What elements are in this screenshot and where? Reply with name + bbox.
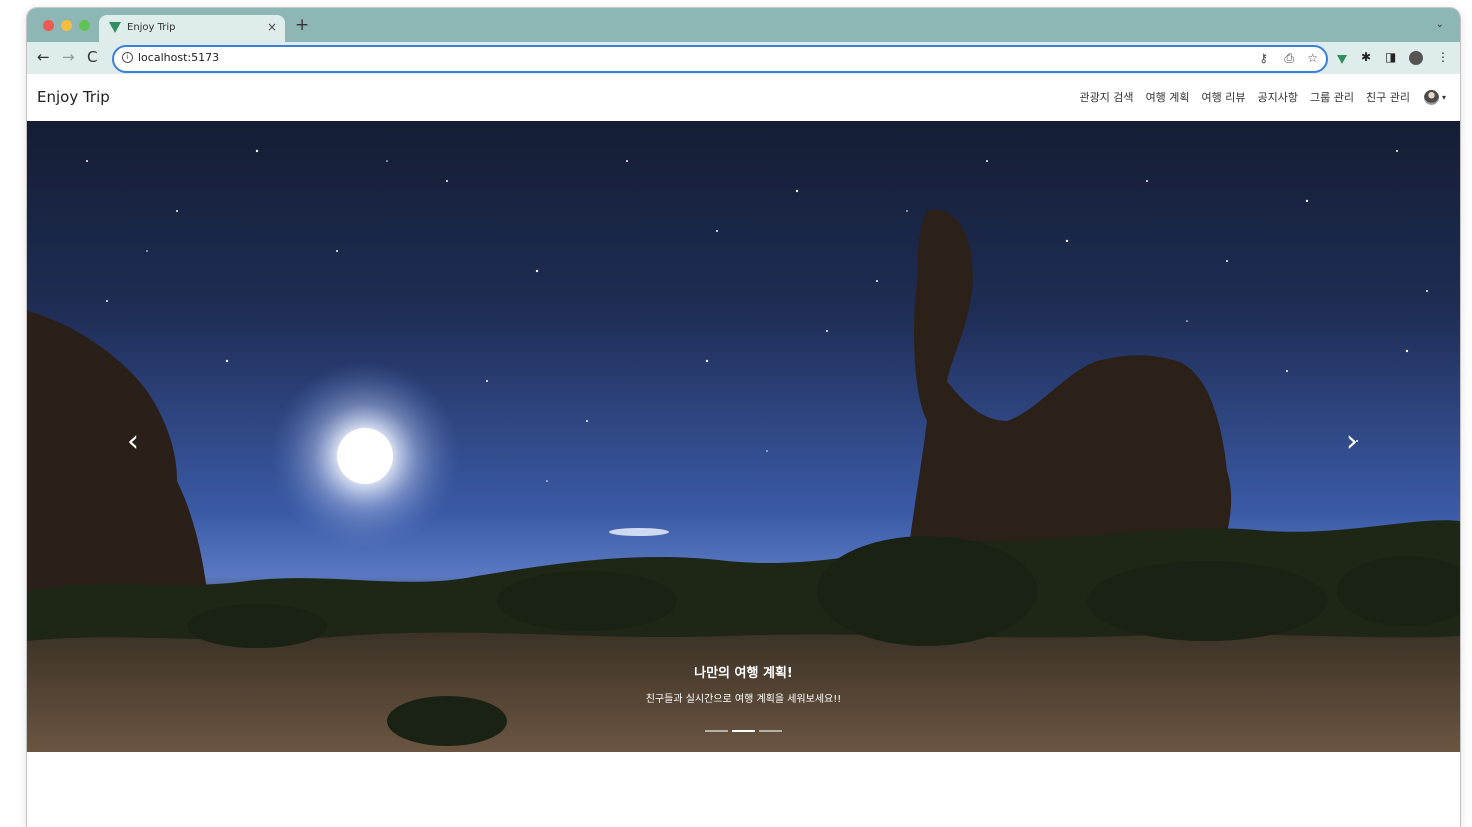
browser-toolbar: ← → C i localhost:5173 ⚷ ⎙ ☆ ✱ ◨ ⋮ [27, 42, 1460, 74]
app-navbar: Enjoy Trip 관광지 검색 여행 계획 여행 리뷰 공지사항 그룹 관리… [27, 74, 1460, 121]
hero-carousel: ‹ › 나만의 여행 계획! 친구들과 실시간으로 여행 계획을 세워보세요!! [27, 121, 1460, 752]
nav-links: 관광지 검색 여행 계획 여행 리뷰 공지사항 그룹 관리 친구 관리 ▾ [1067, 89, 1446, 105]
close-window-button[interactable] [43, 20, 54, 31]
tab-search-chevron-icon[interactable]: ⌄ [1436, 19, 1444, 30]
tab-strip: Enjoy Trip × + ⌄ [27, 8, 1460, 42]
carousel-indicator-1[interactable] [705, 730, 728, 732]
carousel-indicators [703, 730, 784, 732]
brand-logo[interactable]: Enjoy Trip [37, 88, 110, 106]
browser-menu-icon[interactable]: ⋮ [1437, 50, 1449, 64]
carousel-indicator-2[interactable] [732, 730, 755, 732]
tab-close-icon[interactable]: × [267, 20, 277, 34]
nav-item-trip-plan[interactable]: 여행 계획 [1146, 89, 1190, 105]
forward-arrow-icon[interactable]: → [62, 49, 75, 65]
side-panel-icon[interactable]: ◨ [1385, 50, 1396, 64]
browser-tab[interactable]: Enjoy Trip × [99, 15, 285, 42]
tab-title: Enjoy Trip [127, 22, 176, 33]
nav-item-friend-management[interactable]: 친구 관리 [1366, 89, 1410, 105]
key-icon[interactable]: ⚷ [1259, 50, 1268, 66]
address-bar[interactable]: i localhost:5173 ⚷ ⎙ ☆ [112, 45, 1328, 73]
site-info-icon[interactable]: i [122, 52, 133, 63]
carousel-indicator-3[interactable] [759, 730, 782, 732]
reload-icon[interactable]: C [87, 49, 97, 65]
browser-window: Enjoy Trip × + ⌄ ← → C i localhost:5173 … [27, 8, 1460, 827]
nav-item-trip-review[interactable]: 여행 리뷰 [1202, 89, 1246, 105]
extensions-puzzle-icon[interactable]: ✱ [1361, 50, 1371, 64]
vue-devtools-extension-icon[interactable] [1337, 55, 1347, 64]
user-avatar[interactable] [1423, 89, 1439, 105]
new-tab-button[interactable]: + [295, 17, 309, 34]
nav-item-group-management[interactable]: 그룹 관리 [1310, 89, 1354, 105]
night-desert-landscape-image [27, 149, 1460, 752]
back-arrow-icon[interactable]: ← [37, 49, 50, 65]
carousel-prev-chevron-icon[interactable]: ‹ [103, 412, 163, 472]
caret-down-icon[interactable]: ▾ [1442, 93, 1446, 102]
slide-text: 친구들과 실시간으로 여행 계획을 세워보세요!! [645, 694, 842, 705]
slide-title: 나만의 여행 계획! [694, 666, 793, 681]
carousel-caption: 나만의 여행 계획! 친구들과 실시간으로 여행 계획을 세워보세요!! [27, 662, 1460, 705]
maximize-window-button[interactable] [79, 20, 90, 31]
nav-item-notice[interactable]: 공지사항 [1258, 89, 1298, 105]
vue-favicon-icon [109, 22, 121, 33]
profile-icon[interactable] [1409, 51, 1423, 65]
nav-item-attraction-search[interactable]: 관광지 검색 [1079, 89, 1133, 105]
bookmark-star-icon[interactable]: ☆ [1307, 50, 1318, 66]
share-icon[interactable]: ⎙ [1284, 50, 1294, 66]
url-text[interactable]: localhost:5173 [138, 51, 219, 64]
minimize-window-button[interactable] [61, 20, 72, 31]
carousel-next-chevron-icon[interactable]: › [1322, 412, 1382, 472]
